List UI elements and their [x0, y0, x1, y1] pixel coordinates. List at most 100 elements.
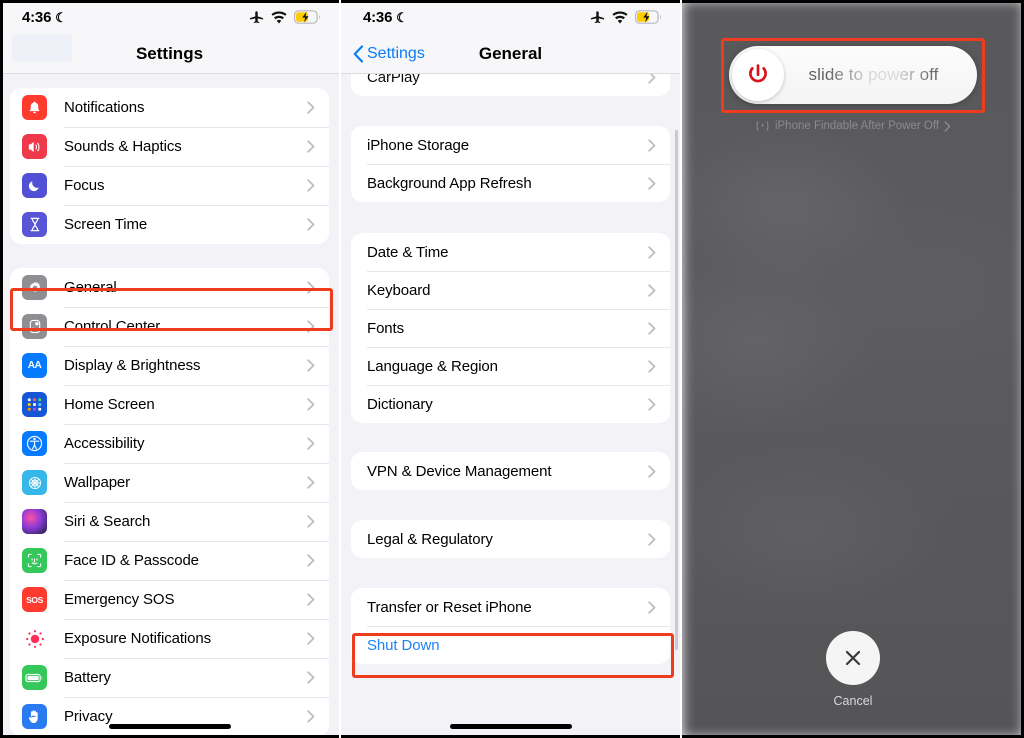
- sidebar-item-emergency-sos[interactable]: SOS Emergency SOS: [10, 580, 329, 619]
- list-item-label: Transfer or Reset iPhone: [367, 598, 532, 616]
- sidebar-item-battery[interactable]: Battery: [10, 658, 329, 697]
- close-icon: [845, 650, 861, 666]
- face-id-icon: [22, 548, 47, 573]
- general-group-legal: Legal & Regulatory: [351, 520, 670, 558]
- siri-orb-icon: [22, 509, 47, 534]
- cancel-button[interactable]: [826, 631, 880, 685]
- slide-to-power-off-slider[interactable]: slide to power off: [729, 46, 977, 104]
- list-item-transfer-reset-iphone[interactable]: Transfer or Reset iPhone: [351, 588, 670, 626]
- list-item-background-app-refresh[interactable]: Background App Refresh: [351, 164, 670, 202]
- sidebar-item-display-brightness[interactable]: AA Display & Brightness: [10, 346, 329, 385]
- power-off-overlay: slide to power off iPhone Findable After…: [682, 0, 1024, 738]
- settings-list-scroll[interactable]: Notifications Sounds & Haptics Focus Scr…: [0, 74, 339, 738]
- chevron-right-icon: [648, 138, 660, 152]
- findable-signal-icon: [756, 121, 769, 131]
- settings-group-1: Notifications Sounds & Haptics Focus Scr…: [10, 88, 329, 244]
- airplane-mode-icon: [590, 11, 605, 24]
- hourglass-icon: [22, 212, 47, 237]
- list-item-legal-regulatory[interactable]: Legal & Regulatory: [351, 520, 670, 558]
- list-item-label: CarPlay: [367, 74, 420, 86]
- sidebar-item-label: Sounds & Haptics: [64, 138, 182, 155]
- nav-bar-general: Settings General: [341, 34, 680, 74]
- sidebar-item-siri-search[interactable]: Siri & Search: [10, 502, 329, 541]
- chevron-right-icon: [944, 120, 951, 132]
- chevron-right-icon: [648, 283, 660, 297]
- chevron-right-icon: [307, 437, 319, 450]
- battery-charging-icon: [294, 10, 320, 24]
- sidebar-item-notifications[interactable]: Notifications: [10, 88, 329, 127]
- battery-charging-icon: [635, 10, 661, 24]
- findable-label: iPhone Findable After Power Off: [774, 120, 940, 132]
- sidebar-item-label: Focus: [64, 177, 105, 194]
- exposure-notifications-icon: [22, 626, 47, 651]
- list-item-keyboard[interactable]: Keyboard: [351, 271, 670, 309]
- general-group-storage: iPhone Storage Background App Refresh: [351, 126, 670, 202]
- sidebar-item-wallpaper[interactable]: Wallpaper: [10, 463, 329, 502]
- status-time: 4:36: [363, 8, 393, 26]
- list-item-vpn-device-management[interactable]: VPN & Device Management: [351, 452, 670, 490]
- wifi-icon: [612, 11, 628, 23]
- settings-group-2: General Control Center AA Display & Brig…: [10, 268, 329, 736]
- bezel-top: [0, 0, 339, 3]
- sidebar-item-label: Screen Time: [64, 216, 148, 233]
- gear-icon: [22, 275, 47, 300]
- general-group-vpn: VPN & Device Management: [351, 452, 670, 490]
- sidebar-item-label: Exposure Notifications: [64, 630, 212, 647]
- sidebar-item-home-screen[interactable]: Home Screen: [10, 385, 329, 424]
- list-item-label: Language & Region: [367, 357, 498, 375]
- list-item-label: VPN & Device Management: [367, 462, 552, 480]
- power-icon: [749, 64, 767, 83]
- chevron-right-icon: [648, 464, 660, 478]
- page-title: Settings: [135, 43, 204, 63]
- chevron-left-icon: [353, 44, 364, 63]
- sidebar-item-privacy[interactable]: Privacy: [10, 697, 329, 736]
- chevron-right-icon: [648, 321, 660, 335]
- nav-bar-settings: Settings: [0, 34, 339, 74]
- status-bar-time-group: 4:36 ☾: [22, 9, 67, 26]
- sidebar-item-face-id-passcode[interactable]: Face ID & Passcode: [10, 541, 329, 580]
- sidebar-item-general[interactable]: General: [10, 268, 329, 307]
- wifi-icon: [271, 11, 287, 23]
- sidebar-item-exposure-notifications[interactable]: Exposure Notifications: [10, 619, 329, 658]
- sidebar-item-label: Privacy: [64, 708, 113, 725]
- list-item-dictionary[interactable]: Dictionary: [351, 385, 670, 423]
- slider-thumb[interactable]: [732, 49, 784, 101]
- chevron-right-icon: [307, 632, 319, 645]
- back-button-label: Settings: [367, 44, 425, 62]
- bezel-top: [341, 0, 680, 3]
- chevron-right-icon: [307, 179, 319, 192]
- list-item-label: iPhone Storage: [367, 136, 470, 154]
- status-bar-icons: [590, 10, 662, 24]
- sidebar-item-accessibility[interactable]: Accessibility: [10, 424, 329, 463]
- chevron-right-icon: [307, 101, 319, 114]
- general-list-scroll[interactable]: CarPlay iPhone Storage Background App Re…: [341, 74, 680, 738]
- chevron-right-icon: [307, 281, 319, 294]
- sidebar-item-sounds-haptics[interactable]: Sounds & Haptics: [10, 127, 329, 166]
- airplane-mode-icon: [249, 11, 264, 24]
- privacy-hand-icon: [22, 704, 47, 729]
- list-item-fonts[interactable]: Fonts: [351, 309, 670, 347]
- sidebar-item-focus[interactable]: Focus: [10, 166, 329, 205]
- chevron-right-icon: [307, 218, 319, 231]
- list-item-language-region[interactable]: Language & Region: [351, 347, 670, 385]
- iphone-findable-row[interactable]: iPhone Findable After Power Off: [682, 120, 1024, 132]
- moon-icon: ☾: [55, 9, 67, 25]
- back-button[interactable]: Settings: [353, 45, 425, 63]
- sounds-icon: [22, 134, 47, 159]
- sidebar-item-label: Siri & Search: [64, 513, 151, 530]
- list-item-shut-down[interactable]: Shut Down: [351, 626, 670, 664]
- list-item-label: Dictionary: [367, 395, 433, 413]
- list-item-carplay[interactable]: CarPlay: [351, 74, 670, 96]
- list-item-date-time[interactable]: Date & Time: [351, 233, 670, 271]
- chevron-right-icon: [307, 476, 319, 489]
- shut-down-label: Shut Down: [367, 636, 440, 654]
- status-bar: 4:36 ☾: [341, 0, 680, 34]
- scrollbar[interactable]: [675, 130, 678, 650]
- sidebar-item-screen-time[interactable]: Screen Time: [10, 205, 329, 244]
- status-bar-time-group: 4:36 ☾: [363, 9, 408, 26]
- list-item-iphone-storage[interactable]: iPhone Storage: [351, 126, 670, 164]
- sidebar-item-control-center[interactable]: Control Center: [10, 307, 329, 346]
- phone-panel-general: 4:36 ☾ Settings General CarPlay iPhone S…: [341, 0, 682, 738]
- moon-icon: ☾: [396, 9, 408, 25]
- general-group-carplay: CarPlay: [351, 74, 670, 96]
